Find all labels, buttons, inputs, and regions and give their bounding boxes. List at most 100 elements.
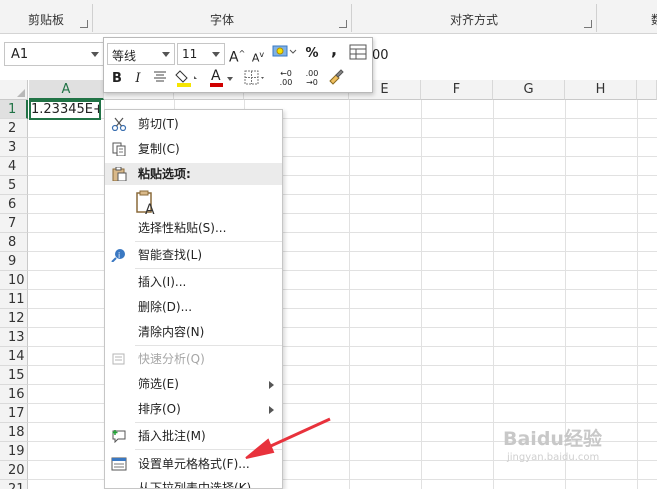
borders-icon <box>244 70 264 85</box>
comment-icon <box>112 430 126 443</box>
paste-values-button[interactable]: A <box>136 190 158 218</box>
font-size-value: 11 <box>182 47 198 61</box>
menu-separator <box>135 268 282 269</box>
row-header[interactable]: 20 <box>0 461 28 480</box>
menu-item-pick-from-list[interactable]: 从下拉列表中选择(K)... <box>105 477 282 488</box>
number-format-button[interactable] <box>270 43 298 63</box>
gridline <box>493 100 494 489</box>
decrease-decimal-button[interactable]: .00 →0 <box>300 69 324 89</box>
quick-analysis-icon <box>112 353 125 365</box>
chevron-right-icon <box>269 381 274 389</box>
menu-item-label: 剪切(T) <box>138 117 179 131</box>
menu-item-clear-contents[interactable]: 清除内容(N) <box>105 321 282 343</box>
font-size-select[interactable]: 11 <box>177 43 225 65</box>
context-menu: 剪切(T) 复制(C) 粘贴选项: A 选择性粘贴(S)... i 智能查找(L… <box>104 109 283 489</box>
row-header[interactable]: 4 <box>0 157 28 176</box>
dialog-launcher-icon[interactable] <box>584 20 592 28</box>
grow-font-button[interactable]: A^ <box>229 44 245 66</box>
font-color-button[interactable]: A <box>208 68 234 88</box>
fill-bucket-icon <box>175 70 197 87</box>
row-header[interactable]: 3 <box>0 138 28 157</box>
format-table-button[interactable] <box>348 44 368 64</box>
menu-item-format-cells[interactable]: 设置单元格格式(F)... <box>105 453 282 475</box>
name-box[interactable]: A1 <box>4 42 104 66</box>
percent-button[interactable]: % <box>304 44 320 64</box>
font-color-swatch <box>210 83 223 87</box>
row-header[interactable]: 12 <box>0 309 28 328</box>
ribbon-group-label: 数 <box>650 13 657 27</box>
menu-item-quick-analysis: 快速分析(Q) <box>105 348 282 370</box>
copy-icon <box>112 142 126 156</box>
menu-item-label: 快速分析(Q) <box>138 352 205 366</box>
menu-item-label: 智能查找(L) <box>138 248 203 262</box>
ribbon-group-font: 字体 <box>93 0 351 34</box>
comma-button[interactable]: , <box>328 40 340 60</box>
menu-item-copy[interactable]: 复制(C) <box>105 138 282 160</box>
menu-item-smart-lookup[interactable]: i 智能查找(L) <box>105 244 282 266</box>
cell-a1[interactable]: 1.23345E+17 <box>29 100 101 120</box>
menu-item-insert[interactable]: 插入(I)... <box>105 271 282 293</box>
row-header[interactable]: 8 <box>0 233 28 252</box>
chevron-down-icon[interactable] <box>91 52 99 57</box>
row-header[interactable]: 1 <box>0 100 28 119</box>
row-header[interactable]: 6 <box>0 195 28 214</box>
watermark-url: jingyan.baidu.com <box>507 452 600 463</box>
chevron-down-icon[interactable] <box>162 52 170 57</box>
font-name-value: 等线 <box>112 49 137 63</box>
row-header[interactable]: 21 <box>0 480 28 489</box>
row-header[interactable]: 11 <box>0 290 28 309</box>
mini-toolbar: 等线 11 A^ Av % , B I A ←0 .00 .00 →0 <box>103 37 373 93</box>
row-header[interactable]: 15 <box>0 366 28 385</box>
smart-lookup-icon: i <box>111 249 125 262</box>
italic-button[interactable]: I <box>132 69 144 89</box>
table-icon <box>349 44 367 60</box>
menu-item-filter[interactable]: 筛选(E) <box>105 373 282 395</box>
column-header[interactable]: G <box>493 80 565 100</box>
select-all-button[interactable] <box>0 80 28 100</box>
column-header[interactable]: F <box>421 80 493 100</box>
menu-item-sort[interactable]: 排序(O) <box>105 398 282 420</box>
row-header[interactable]: 13 <box>0 328 28 347</box>
formula-input[interactable]: 00 <box>372 48 389 63</box>
row-header[interactable]: 9 <box>0 252 28 271</box>
row-header[interactable]: 16 <box>0 385 28 404</box>
dialog-launcher-icon[interactable] <box>339 20 347 28</box>
fill-color-button[interactable] <box>174 68 200 88</box>
watermark-logo: Baidu经验 <box>503 428 602 450</box>
row-header[interactable]: 17 <box>0 404 28 423</box>
scissors-icon <box>111 117 127 131</box>
row-header[interactable]: 19 <box>0 442 28 461</box>
column-header[interactable] <box>637 80 657 100</box>
format-cells-icon <box>111 457 127 471</box>
row-header[interactable]: 2 <box>0 119 28 138</box>
menu-item-insert-comment[interactable]: 插入批注(M) <box>105 425 282 447</box>
font-name-select[interactable]: 等线 <box>107 43 175 65</box>
row-header[interactable]: 5 <box>0 176 28 195</box>
row-header[interactable]: 7 <box>0 214 28 233</box>
borders-button[interactable] <box>242 68 268 88</box>
shrink-font-button[interactable]: Av <box>250 45 266 65</box>
ribbon-group-label: 字体 <box>209 13 234 27</box>
align-center-button[interactable] <box>152 69 168 89</box>
increase-decimal-button[interactable]: ←0 .00 <box>274 69 298 89</box>
ribbon-group-label: 对齐方式 <box>449 13 498 27</box>
menu-item-paste-special[interactable]: 选择性粘贴(S)... <box>105 217 282 239</box>
chevron-down-icon[interactable] <box>212 52 220 57</box>
bold-button[interactable]: B <box>110 69 124 89</box>
svg-text:A: A <box>145 202 155 216</box>
row-header[interactable]: 10 <box>0 271 28 290</box>
chevron-down-icon[interactable] <box>227 77 233 81</box>
format-painter-button[interactable] <box>326 68 346 88</box>
menu-separator <box>135 241 282 242</box>
dialog-launcher-icon[interactable] <box>80 20 88 28</box>
menu-item-cut[interactable]: 剪切(T) <box>105 113 282 135</box>
menu-item-label: 插入批注(M) <box>138 429 206 443</box>
currency-icon <box>272 45 297 57</box>
ribbon: 剪贴板 字体 对齐方式 数 <box>0 0 657 34</box>
menu-item-delete[interactable]: 删除(D)... <box>105 296 282 318</box>
row-header[interactable]: 18 <box>0 423 28 442</box>
ribbon-group-alignment: 对齐方式 <box>352 0 596 34</box>
column-header[interactable]: H <box>565 80 637 100</box>
column-header[interactable]: A <box>29 80 104 100</box>
row-header[interactable]: 14 <box>0 347 28 366</box>
